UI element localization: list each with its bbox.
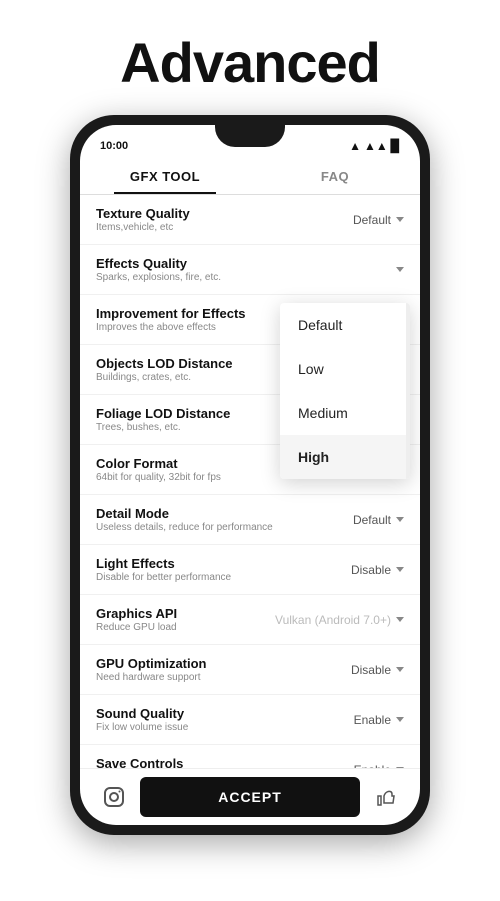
like-button[interactable] bbox=[368, 779, 404, 815]
setting-row-light-effects[interactable]: Light Effects Disable for better perform… bbox=[80, 545, 420, 595]
setting-value-effects-quality[interactable] bbox=[393, 267, 404, 272]
settings-list: Texture Quality Items,vehicle, etc Defau… bbox=[80, 195, 420, 768]
setting-desc-light-effects: Disable for better performance bbox=[96, 572, 351, 583]
wifi-icon: ▲ bbox=[349, 139, 361, 153]
setting-row-graphics-api[interactable]: Graphics API Reduce GPU load Vulkan (And… bbox=[80, 595, 420, 645]
setting-label-sound-quality: Sound Quality bbox=[96, 706, 354, 721]
dropdown-scrollbar[interactable] bbox=[406, 303, 410, 479]
setting-row-save-controls[interactable]: Save Controls Save your settings, like s… bbox=[80, 745, 420, 768]
setting-label-effects-quality: Effects Quality bbox=[96, 256, 393, 271]
setting-desc-sound-quality: Fix low volume issue bbox=[96, 722, 354, 733]
setting-row-effects-quality[interactable]: Effects Quality Sparks, explosions, fire… bbox=[80, 245, 420, 295]
setting-value-save-controls[interactable]: Enable bbox=[354, 763, 404, 769]
bottom-bar: ACCEPT bbox=[80, 768, 420, 825]
dropdown-item-medium[interactable]: Medium bbox=[280, 391, 410, 435]
setting-row-sound-quality[interactable]: Sound Quality Fix low volume issue Enabl… bbox=[80, 695, 420, 745]
setting-row-gpu-optimization[interactable]: GPU Optimization Need hardware support D… bbox=[80, 645, 420, 695]
chevron-down-icon bbox=[396, 217, 404, 222]
chevron-down-icon bbox=[396, 617, 404, 622]
chevron-down-icon bbox=[396, 667, 404, 672]
status-icons: ▲ ▲▲ ▉ bbox=[349, 139, 400, 153]
status-time: 10:00 bbox=[100, 140, 128, 152]
tab-bar: GFX TOOL FAQ bbox=[80, 157, 420, 195]
setting-value-detail-mode[interactable]: Default bbox=[353, 513, 404, 527]
setting-label-save-controls: Save Controls bbox=[96, 756, 354, 768]
accept-button[interactable]: ACCEPT bbox=[140, 777, 360, 817]
chevron-down-icon bbox=[396, 717, 404, 722]
battery-icon: ▉ bbox=[391, 139, 400, 153]
phone-screen: 10:00 ▲ ▲▲ ▉ GFX TOOL FAQ Texture Qualit… bbox=[80, 125, 420, 825]
chevron-down-icon bbox=[396, 767, 404, 768]
setting-value-graphics-api[interactable]: Vulkan (Android 7.0+) bbox=[275, 613, 404, 627]
dropdown-item-high[interactable]: High bbox=[280, 435, 410, 479]
setting-value-gpu-optimization[interactable]: Disable bbox=[351, 663, 404, 677]
setting-desc-graphics-api: Reduce GPU load bbox=[96, 622, 275, 633]
setting-desc-detail-mode: Useless details, reduce for performance bbox=[96, 522, 353, 533]
tab-faq[interactable]: FAQ bbox=[250, 157, 420, 194]
signal-icon: ▲▲ bbox=[364, 139, 388, 153]
setting-label-texture-quality: Texture Quality bbox=[96, 206, 353, 221]
chevron-down-icon bbox=[396, 517, 404, 522]
setting-desc-effects-quality: Sparks, explosions, fire, etc. bbox=[96, 272, 393, 283]
chevron-down-icon bbox=[396, 567, 404, 572]
tab-gfx-tool[interactable]: GFX TOOL bbox=[80, 157, 250, 194]
instagram-button[interactable] bbox=[96, 779, 132, 815]
dropdown-menu[interactable]: Default Low Medium High bbox=[280, 303, 410, 479]
page-title: Advanced bbox=[120, 0, 380, 115]
setting-row-detail-mode[interactable]: Detail Mode Useless details, reduce for … bbox=[80, 495, 420, 545]
setting-label-detail-mode: Detail Mode bbox=[96, 506, 353, 521]
dropdown-item-default[interactable]: Default bbox=[280, 303, 410, 347]
setting-label-gpu-optimization: GPU Optimization bbox=[96, 656, 351, 671]
setting-label-light-effects: Light Effects bbox=[96, 556, 351, 571]
chevron-down-icon bbox=[396, 267, 404, 272]
phone-notch bbox=[215, 125, 285, 147]
dropdown-item-low[interactable]: Low bbox=[280, 347, 410, 391]
setting-row-texture-quality[interactable]: Texture Quality Items,vehicle, etc Defau… bbox=[80, 195, 420, 245]
phone-mockup: 10:00 ▲ ▲▲ ▉ GFX TOOL FAQ Texture Qualit… bbox=[70, 115, 430, 835]
setting-value-light-effects[interactable]: Disable bbox=[351, 563, 404, 577]
setting-label-graphics-api: Graphics API bbox=[96, 606, 275, 621]
setting-value-texture-quality[interactable]: Default bbox=[353, 213, 404, 227]
setting-desc-texture-quality: Items,vehicle, etc bbox=[96, 222, 353, 233]
setting-value-sound-quality[interactable]: Enable bbox=[354, 713, 404, 727]
setting-desc-gpu-optimization: Need hardware support bbox=[96, 672, 351, 683]
